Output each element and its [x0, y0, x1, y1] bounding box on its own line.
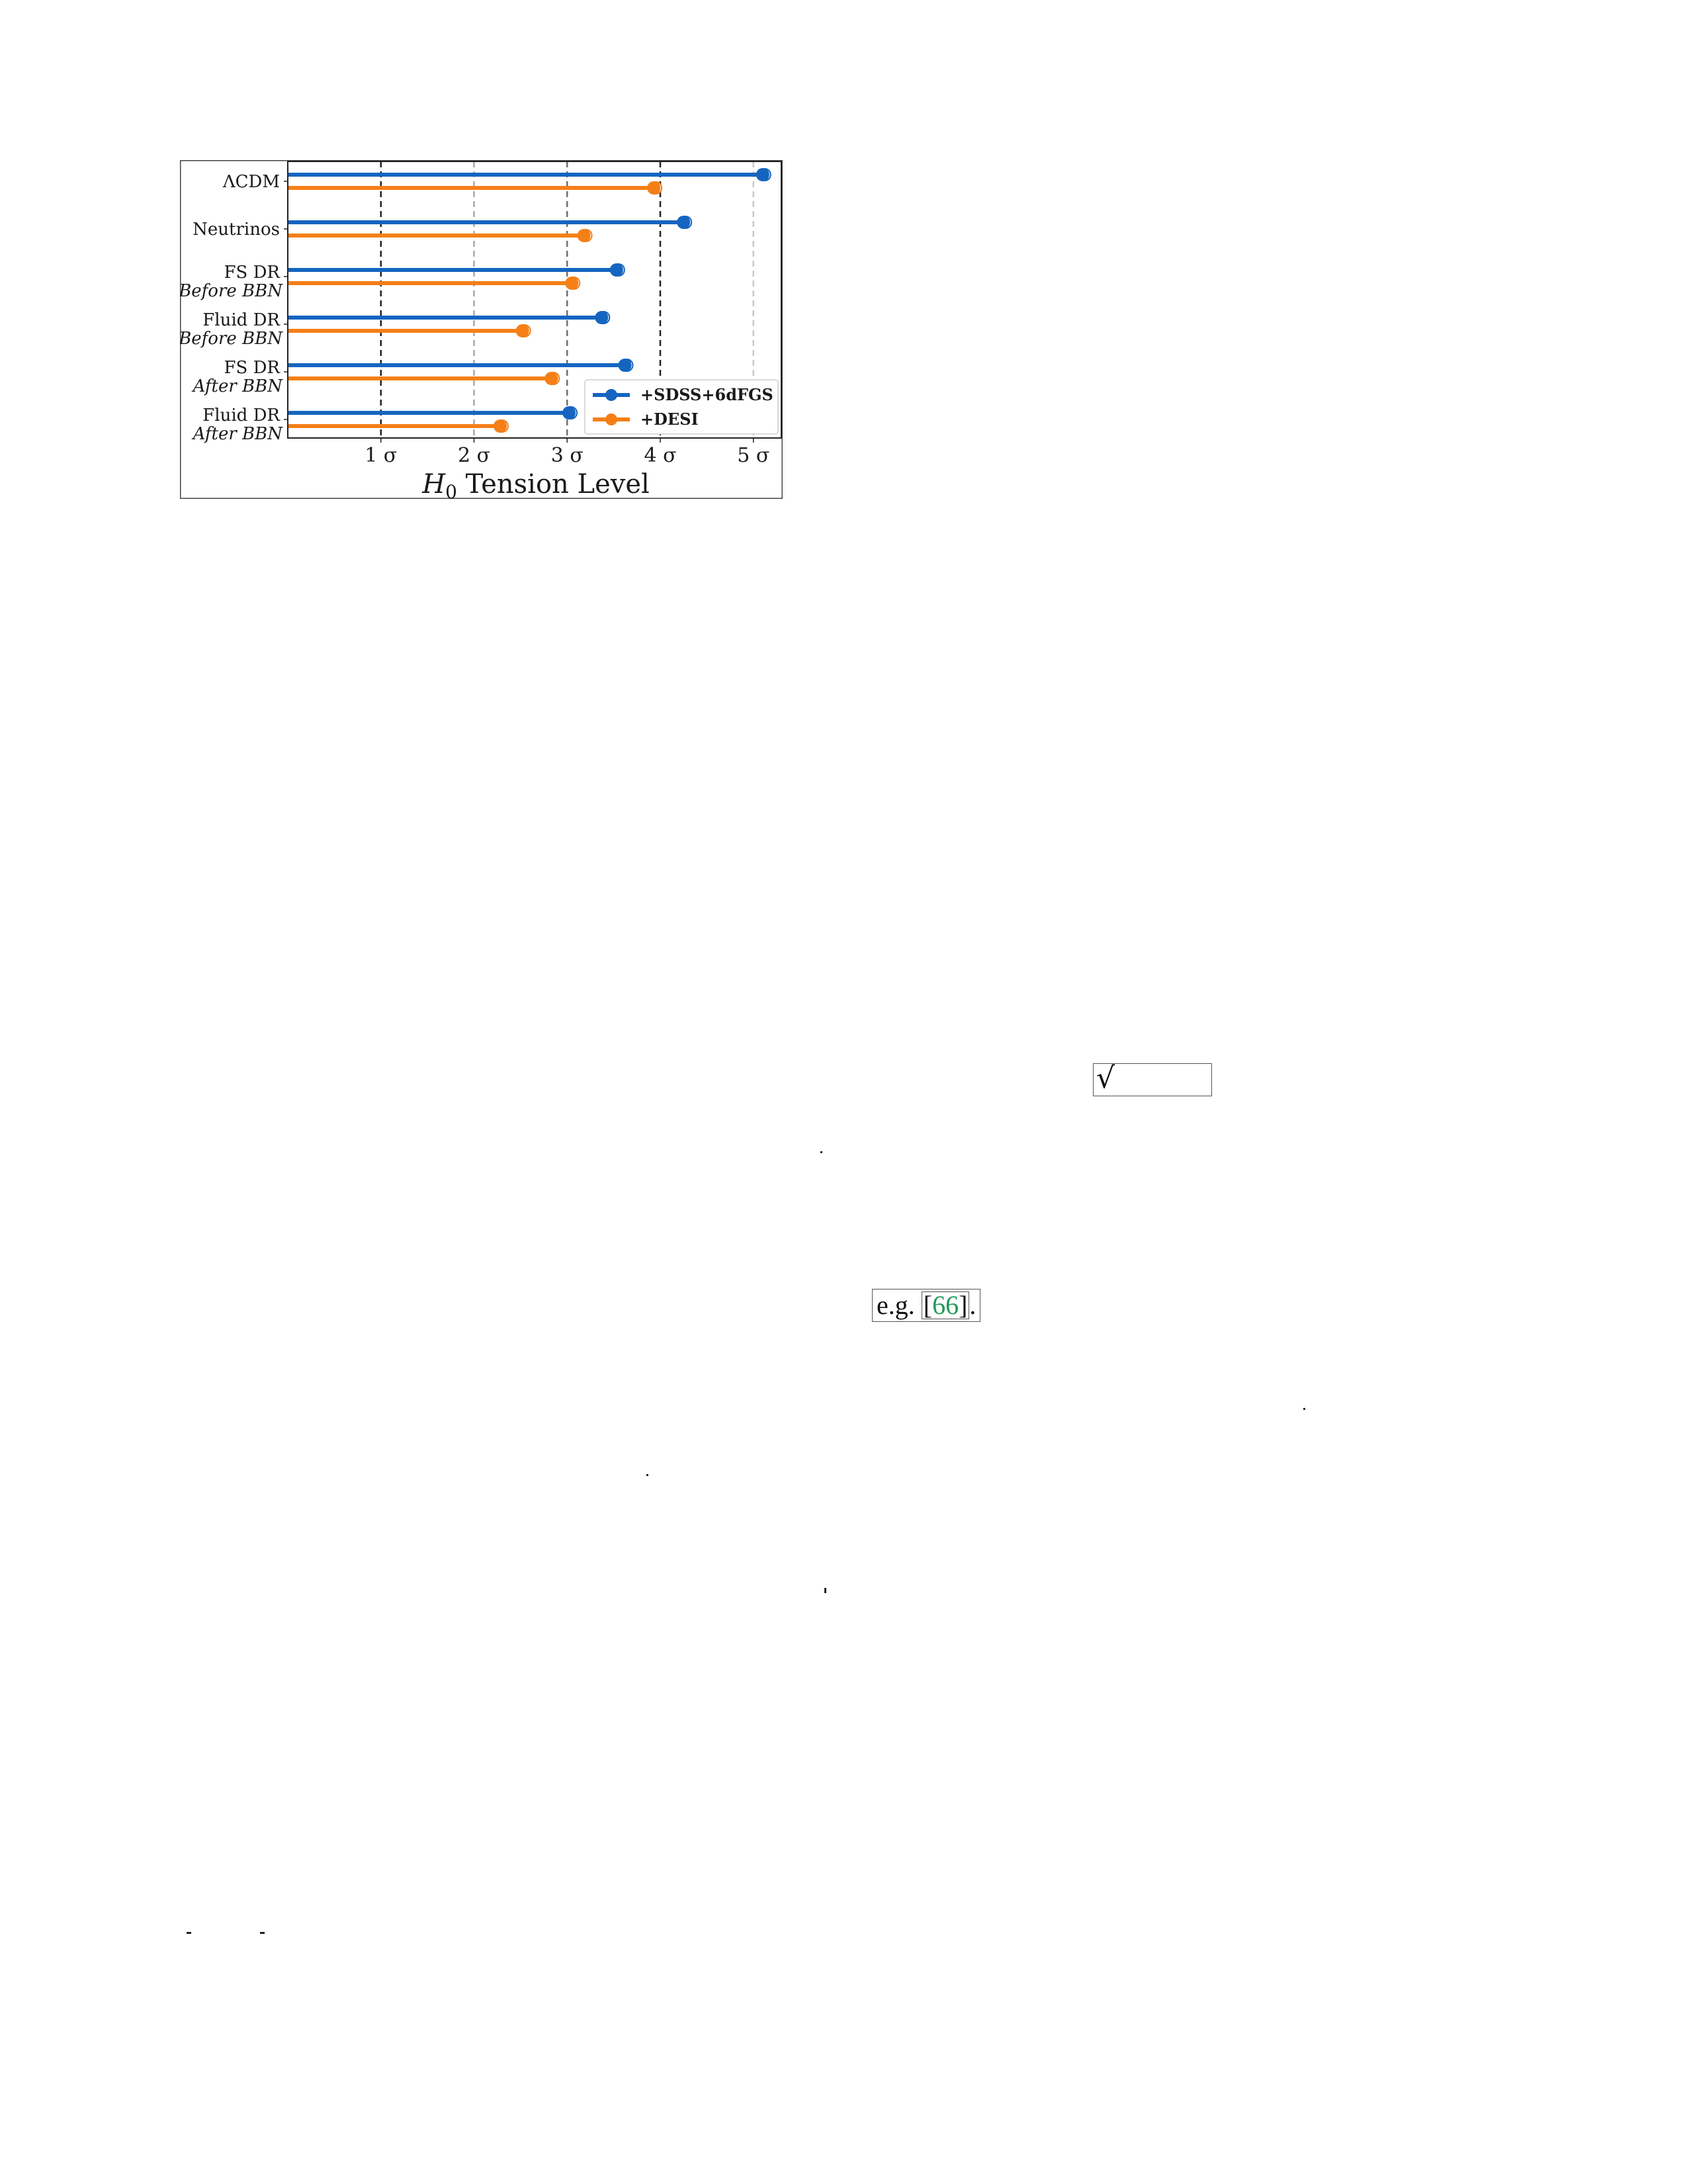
lollipop-marker — [493, 419, 507, 433]
stray-dash — [260, 1932, 265, 1934]
lollipop-marker — [677, 216, 691, 229]
stray-dash — [187, 1932, 191, 1934]
legend-entry-label: +DESI — [640, 410, 699, 429]
stray-mark — [824, 1588, 826, 1593]
lollipop-marker — [544, 372, 558, 385]
x-tick-label: 1 σ — [365, 444, 397, 467]
eg-tail: . — [969, 1290, 976, 1320]
y-category-label: FS DR — [224, 263, 281, 283]
stray-dot — [646, 1474, 648, 1476]
citation-ref-number[interactable]: 66 — [932, 1290, 959, 1320]
sqrt-symbol: √ — [1096, 1061, 1115, 1095]
h0-tension-chart: ΛCDMNeutrinosFS DRBefore BBNFluid DRBefo… — [178, 160, 783, 503]
x-tick-label: 2 σ — [458, 444, 490, 467]
legend-swatch-marker — [605, 389, 617, 401]
citation-fragment: e.g. [66]. — [872, 1289, 981, 1322]
x-tick-label: 5 σ — [737, 444, 769, 467]
y-category-sublabel: Before BBN — [180, 329, 283, 349]
lollipop-marker — [609, 263, 623, 277]
y-category-sublabel: After BBN — [192, 424, 284, 444]
legend-swatch-marker — [605, 414, 617, 425]
lollipop-marker — [618, 359, 632, 372]
ref-close: ] — [959, 1290, 968, 1320]
lollipop-marker — [515, 324, 529, 337]
x-tick-label: 4 σ — [644, 444, 676, 467]
lollipop-marker — [595, 311, 609, 324]
citation-ref-box[interactable]: [66] — [921, 1290, 970, 1320]
lollipop-marker — [565, 277, 579, 290]
y-category-sublabel: Before BBN — [180, 281, 283, 301]
lollipop-marker — [577, 229, 591, 242]
y-category-sublabel: After BBN — [192, 376, 284, 396]
ref-open: [ — [923, 1290, 933, 1320]
eg-text: e.g. — [877, 1290, 922, 1320]
y-category-label: Fluid DR — [202, 406, 281, 425]
h0-tension-figure: ΛCDM Neutrinos FS DR Before BBN Fluid DR Befo… — [178, 160, 783, 503]
y-category-label: ΛCDM — [222, 172, 280, 192]
legend: +SDSS+6dFGS +DESI — [584, 379, 779, 435]
x-tick-label: 3 σ — [551, 444, 584, 467]
lollipop-marker — [562, 406, 576, 419]
lollipop-marker — [756, 168, 769, 181]
legend-entry-label: +SDSS+6dFGS — [640, 385, 773, 404]
lollipop-marker — [647, 181, 661, 195]
y-category-label: Fluid DR — [202, 310, 281, 330]
stray-dot — [1303, 1408, 1305, 1410]
y-category-label: Neutrinos — [193, 220, 280, 240]
stray-dot — [820, 1151, 822, 1153]
y-category-label: FS DR — [224, 358, 281, 378]
sqrt-fragment-box: √ — [1093, 1061, 1212, 1096]
